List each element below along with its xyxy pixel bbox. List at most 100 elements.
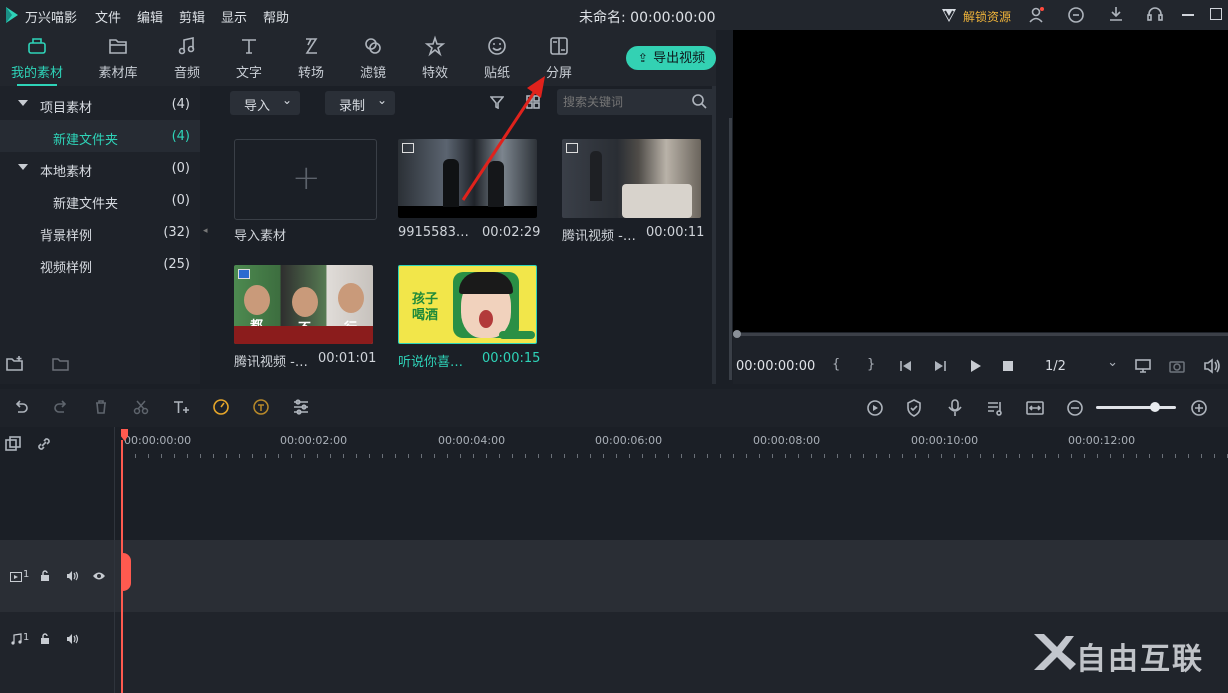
- filter-icon: [365, 38, 381, 54]
- record-dropdown[interactable]: 录制 ⌄: [325, 91, 395, 115]
- media-thumbnail-selected[interactable]: 孩子 喝酒: [398, 265, 537, 344]
- chevron-down-icon: ⌄: [376, 93, 387, 107]
- folder-icon[interactable]: [52, 356, 70, 372]
- tree-new-folder[interactable]: 新建文件夹 (0): [0, 184, 200, 216]
- import-media-tile[interactable]: +: [234, 139, 377, 220]
- expand-arrow-icon[interactable]: [18, 100, 28, 106]
- search-input[interactable]: [563, 92, 683, 112]
- media-name: 腾讯视频 -…: [234, 355, 308, 370]
- expand-arrow-icon[interactable]: [18, 164, 28, 170]
- progress-knob[interactable]: [733, 330, 741, 338]
- tab-label: 素材库: [98, 66, 138, 81]
- snapshot-camera-icon[interactable]: [1169, 358, 1185, 374]
- tree-new-folder-selected[interactable]: 新建文件夹 (4): [0, 120, 200, 152]
- download-icon[interactable]: [1108, 5, 1124, 23]
- tree-project-media[interactable]: 项目素材 (4): [0, 88, 200, 120]
- tab-audio[interactable]: 音频: [157, 30, 217, 86]
- import-label: 导入: [244, 99, 271, 114]
- zoom-slider[interactable]: [1096, 406, 1176, 409]
- minimize-icon[interactable]: [1182, 14, 1194, 16]
- adjust-sliders-icon[interactable]: [292, 399, 310, 415]
- video-badge-icon: [238, 269, 250, 279]
- mark-out-button[interactable]: }: [867, 357, 875, 372]
- shield-icon[interactable]: [906, 399, 922, 417]
- undo-icon[interactable]: [13, 399, 29, 415]
- vip-icon[interactable]: [940, 6, 958, 24]
- search-icon[interactable]: [692, 94, 707, 109]
- video-track[interactable]: 1: [0, 540, 1228, 612]
- fullscreen-monitor-icon[interactable]: [1135, 358, 1151, 374]
- resolution-value: 1/2: [1045, 359, 1066, 374]
- tab-filter[interactable]: 滤镜: [343, 30, 403, 86]
- redo-icon[interactable]: [53, 399, 69, 415]
- playhead-handle[interactable]: [121, 553, 131, 591]
- add-text-icon[interactable]: [172, 399, 190, 415]
- tab-my-media[interactable]: 我的素材: [7, 30, 67, 86]
- tree-background-samples[interactable]: 背景样例 (32): [0, 216, 200, 248]
- new-folder-icon[interactable]: [6, 356, 24, 372]
- tree-video-samples[interactable]: 视频样例 (25): [0, 248, 200, 280]
- ruler-label: 00:00:12:00: [1068, 434, 1136, 447]
- menu-file[interactable]: 文件: [95, 7, 121, 26]
- mute-icon[interactable]: [66, 570, 79, 582]
- media-thumbnail[interactable]: [562, 139, 701, 218]
- fit-timeline-icon[interactable]: [1026, 399, 1044, 417]
- zoom-in-icon[interactable]: [1190, 399, 1208, 417]
- media-duration: 00:02:29: [482, 225, 541, 240]
- unlock-resources[interactable]: 解锁资源: [963, 8, 1011, 25]
- preview-player[interactable]: [733, 30, 1228, 332]
- tab-transition[interactable]: 转场: [281, 30, 341, 86]
- stop-icon[interactable]: [1003, 361, 1013, 371]
- audio-track[interactable]: 1 自由互联: [0, 612, 1228, 693]
- music-icon: [178, 37, 195, 55]
- menu-edit[interactable]: 编辑: [137, 7, 163, 26]
- mark-in-button[interactable]: {: [832, 357, 840, 372]
- media-tree: 项目素材 (4) 新建文件夹 (4) 本地素材 (0) 新建文件夹 (0) 背景…: [0, 86, 200, 384]
- resolution-dropdown[interactable]: 1/2 ⌄: [1036, 353, 1124, 379]
- music-list-icon[interactable]: [986, 399, 1004, 417]
- tree-label: 背景样例: [40, 229, 93, 244]
- export-video-button[interactable]: ⇪ 导出视频: [626, 46, 716, 70]
- support-icon[interactable]: [1146, 6, 1164, 24]
- menu-view[interactable]: 显示: [221, 7, 247, 26]
- title-bar: 万兴喵影 文件 编辑 剪辑 显示 帮助 未命名: 00:00:00:00 解锁资…: [0, 0, 1228, 30]
- eye-icon[interactable]: [92, 571, 106, 581]
- next-frame-icon[interactable]: [933, 359, 947, 373]
- menu-help[interactable]: 帮助: [263, 7, 289, 26]
- transition-icon: [305, 38, 318, 54]
- tab-text[interactable]: 文字: [219, 30, 279, 86]
- cut-icon[interactable]: [133, 399, 149, 415]
- import-dropdown[interactable]: 导入 ⌄: [230, 91, 300, 115]
- lock-icon[interactable]: [40, 633, 50, 645]
- menu-clip[interactable]: 剪辑: [179, 7, 205, 26]
- tree-label: 本地素材: [40, 165, 93, 180]
- microphone-icon[interactable]: [947, 399, 963, 417]
- timeline-ruler[interactable]: 00:00:00:00 00:00:02:00 00:00:04:00 00:0…: [0, 427, 1228, 461]
- play-icon[interactable]: [968, 359, 982, 373]
- prev-frame-icon[interactable]: [899, 359, 913, 373]
- timeline-toolbar: [0, 389, 1228, 427]
- search-box[interactable]: [557, 89, 715, 115]
- tab-library[interactable]: 素材库: [88, 30, 148, 86]
- account-icon[interactable]: [1028, 6, 1044, 24]
- progress-track[interactable]: [733, 333, 1228, 336]
- divider-bar[interactable]: [729, 118, 732, 380]
- link-icon[interactable]: [36, 436, 52, 452]
- tree-count: (4): [171, 97, 190, 112]
- upload-icon: ⇪: [637, 51, 648, 65]
- mute-icon[interactable]: [66, 633, 79, 645]
- volume-icon[interactable]: [1203, 358, 1221, 374]
- add-track-icon[interactable]: [5, 436, 21, 452]
- lock-icon[interactable]: [40, 570, 50, 582]
- render-preview-icon[interactable]: [866, 399, 884, 417]
- tree-local-media[interactable]: 本地素材 (0): [0, 152, 200, 184]
- panel-collapse-handle[interactable]: ◂: [203, 86, 212, 384]
- delete-icon[interactable]: [93, 399, 109, 415]
- tts-icon[interactable]: [252, 398, 270, 416]
- message-icon[interactable]: [1067, 6, 1085, 24]
- zoom-out-icon[interactable]: [1066, 399, 1084, 417]
- speed-icon[interactable]: [212, 398, 230, 416]
- zoom-slider-knob[interactable]: [1150, 402, 1160, 412]
- maximize-icon[interactable]: [1210, 8, 1222, 20]
- media-thumbnail[interactable]: 都 不 行: [234, 265, 373, 344]
